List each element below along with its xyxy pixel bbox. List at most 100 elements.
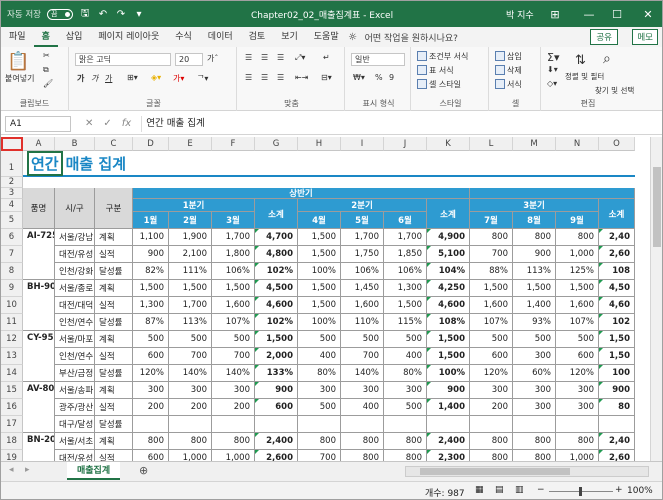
- data-cell[interactable]: [133, 416, 169, 433]
- data-cell[interactable]: 800: [556, 229, 599, 246]
- data-cell[interactable]: 140%: [169, 365, 212, 382]
- data-cell[interactable]: 4,60: [599, 297, 635, 314]
- tell-me-search[interactable]: 어떤 작업을 원하시나요?: [365, 31, 458, 44]
- data-cell[interactable]: 2,000: [255, 348, 298, 365]
- product-cell[interactable]: BH-902: [23, 280, 55, 331]
- data-cell[interactable]: 900: [255, 382, 298, 399]
- data-cell[interactable]: 달성률: [95, 416, 133, 433]
- data-cell[interactable]: 102: [599, 314, 635, 331]
- row-header-8[interactable]: 8: [1, 263, 23, 280]
- data-cell[interactable]: 1,500: [298, 280, 341, 297]
- data-cell[interactable]: 500: [470, 331, 513, 348]
- data-cell[interactable]: 1,700: [384, 229, 427, 246]
- sort-filter-icon[interactable]: ⇅: [575, 53, 586, 68]
- data-cell[interactable]: 1,750: [341, 246, 384, 263]
- data-cell[interactable]: 1,700: [341, 229, 384, 246]
- row-header-2[interactable]: 2: [1, 177, 23, 188]
- data-cell[interactable]: 1,000: [556, 246, 599, 263]
- data-cell[interactable]: 108: [599, 263, 635, 280]
- header-q2[interactable]: 2분기: [298, 199, 427, 212]
- data-cell[interactable]: 700: [470, 246, 513, 263]
- data-cell[interactable]: 400: [298, 348, 341, 365]
- column-header-I[interactable]: I: [341, 137, 384, 151]
- data-cell[interactable]: 4,700: [255, 229, 298, 246]
- paste-icon[interactable]: 📋: [7, 51, 29, 72]
- data-cell[interactable]: 5,100: [427, 246, 470, 263]
- data-cell[interactable]: 1,000: [556, 450, 599, 461]
- paste-button[interactable]: 붙여넣기: [5, 73, 34, 84]
- column-header-H[interactable]: H: [298, 137, 341, 151]
- data-cell[interactable]: 100%: [298, 314, 341, 331]
- data-cell[interactable]: 1,700: [212, 229, 255, 246]
- data-cell[interactable]: 120%: [133, 365, 169, 382]
- header-first-half[interactable]: 상반기: [133, 188, 470, 199]
- data-cell[interactable]: 700: [298, 450, 341, 461]
- cut-icon[interactable]: ✂: [43, 51, 50, 60]
- data-cell[interactable]: 달성률: [95, 263, 133, 280]
- row-header-18[interactable]: 18: [1, 433, 23, 450]
- align-right-icon[interactable]: ☰: [277, 73, 284, 82]
- data-cell[interactable]: 500: [298, 399, 341, 416]
- data-cell[interactable]: 1,400: [513, 297, 556, 314]
- row-header-10[interactable]: 10: [1, 297, 23, 314]
- data-cell[interactable]: 1,100: [133, 229, 169, 246]
- data-cell[interactable]: 대전/유성: [55, 246, 95, 263]
- data-cell[interactable]: 실적: [95, 399, 133, 416]
- data-cell[interactable]: 4,900: [427, 229, 470, 246]
- data-cell[interactable]: 102%: [255, 263, 298, 280]
- data-cell[interactable]: 100%: [298, 263, 341, 280]
- column-header-F[interactable]: F: [212, 137, 255, 151]
- header-month[interactable]: 4월: [298, 212, 341, 229]
- header-month[interactable]: 1월: [133, 212, 169, 229]
- format-as-table-button[interactable]: 표 서식: [417, 65, 454, 76]
- header-q3[interactable]: 3분기: [470, 199, 599, 212]
- currency-icon[interactable]: ₩▾: [353, 73, 365, 82]
- data-cell[interactable]: 1,500: [384, 297, 427, 314]
- data-cell[interactable]: 82%: [133, 263, 169, 280]
- data-cell[interactable]: 달성률: [95, 314, 133, 331]
- column-header-N[interactable]: N: [556, 137, 599, 151]
- sheet-tab-sales[interactable]: 매출집계: [67, 462, 121, 480]
- data-cell[interactable]: [427, 416, 470, 433]
- data-cell[interactable]: 300: [298, 382, 341, 399]
- data-cell[interactable]: 113%: [513, 263, 556, 280]
- data-cell[interactable]: 1,500: [298, 297, 341, 314]
- data-cell[interactable]: 300: [212, 382, 255, 399]
- data-cell[interactable]: 600: [255, 399, 298, 416]
- data-cell[interactable]: 120%: [470, 365, 513, 382]
- tab-page-layout[interactable]: 페이지 레이아웃: [90, 27, 167, 47]
- data-cell[interactable]: [556, 416, 599, 433]
- data-cell[interactable]: 800: [169, 433, 212, 450]
- data-cell[interactable]: 1,500: [427, 331, 470, 348]
- find-select-button[interactable]: 찾기 및 선택: [595, 85, 634, 96]
- row-header-12[interactable]: 12: [1, 331, 23, 348]
- data-cell[interactable]: 900: [599, 382, 635, 399]
- data-cell[interactable]: 500: [212, 331, 255, 348]
- data-cell[interactable]: 113%: [169, 314, 212, 331]
- data-cell[interactable]: 600: [556, 348, 599, 365]
- data-cell[interactable]: 800: [470, 433, 513, 450]
- header-month[interactable]: 5월: [341, 212, 384, 229]
- vertical-scroll-thumb[interactable]: [653, 167, 661, 247]
- data-cell[interactable]: 800: [341, 450, 384, 461]
- data-cell[interactable]: 광주/광산: [55, 399, 95, 416]
- data-cell[interactable]: 107%: [470, 314, 513, 331]
- data-cell[interactable]: 4,500: [255, 280, 298, 297]
- data-cell[interactable]: 1,500: [427, 348, 470, 365]
- data-cell[interactable]: 1,600: [341, 297, 384, 314]
- orientation-icon[interactable]: ⤢▾: [295, 53, 305, 63]
- data-cell[interactable]: [341, 416, 384, 433]
- worksheet-grid[interactable]: A B C D E F G H I J K L M N O 1 2 3 4 5 6 7 8 9 10 11 12 13 14 15 16 17…: [1, 137, 650, 461]
- data-cell[interactable]: 부산/금정: [55, 365, 95, 382]
- indent-icon[interactable]: ⇤⇥: [295, 73, 308, 82]
- row-header-11[interactable]: 11: [1, 314, 23, 331]
- undo-icon[interactable]: ↶: [97, 8, 109, 20]
- data-cell[interactable]: 4,800: [255, 246, 298, 263]
- tab-data[interactable]: 데이터: [200, 27, 241, 47]
- data-cell[interactable]: 125%: [556, 263, 599, 280]
- zoom-level[interactable]: 100%: [627, 486, 653, 496]
- tab-formulas[interactable]: 수식: [167, 27, 200, 47]
- name-box[interactable]: A1: [5, 115, 71, 132]
- page-layout-view-icon[interactable]: ▤: [495, 485, 504, 495]
- data-cell[interactable]: 인천/연수: [55, 348, 95, 365]
